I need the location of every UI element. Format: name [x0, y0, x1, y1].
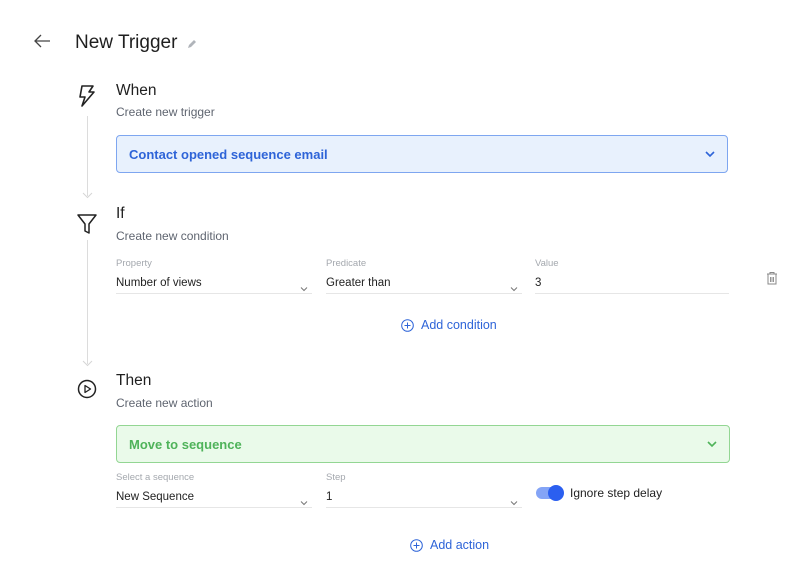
- timeline-arrow-icon: [82, 360, 93, 367]
- field-underline: [116, 293, 312, 294]
- toggle-knob: [548, 485, 564, 501]
- chevron-down-icon: [510, 287, 518, 292]
- timeline-arrow-icon: [82, 192, 93, 199]
- value-label: Value: [535, 258, 559, 269]
- then-title: Then: [116, 372, 152, 389]
- property-select[interactable]: Property Number of views: [116, 258, 312, 295]
- action-select[interactable]: Move to sequence: [116, 425, 730, 463]
- chevron-down-icon: [707, 441, 717, 448]
- play-circle-icon: [77, 379, 97, 399]
- add-action-button[interactable]: Add action: [410, 538, 489, 552]
- if-title: If: [116, 205, 125, 222]
- action-select-value: Move to sequence: [129, 436, 242, 452]
- chevron-down-icon: [510, 501, 518, 506]
- add-action-label: Add action: [430, 538, 490, 552]
- pencil-icon[interactable]: [186, 38, 198, 50]
- ignore-delay-label: Ignore step delay: [570, 486, 663, 500]
- page-title: New Trigger: [75, 32, 178, 53]
- chevron-down-icon: [705, 151, 715, 158]
- when-subtitle: Create new trigger: [116, 105, 215, 119]
- sequence-label: Select a sequence: [116, 472, 195, 483]
- filter-icon: [77, 214, 97, 234]
- chevron-down-icon: [300, 287, 308, 292]
- timeline-line: [87, 116, 88, 196]
- then-subtitle: Create new action: [116, 396, 213, 410]
- step-select[interactable]: Step 1: [326, 472, 522, 509]
- sequence-select[interactable]: Select a sequence New Sequence: [116, 472, 312, 509]
- field-underline: [535, 293, 729, 294]
- lightning-icon: [79, 85, 95, 107]
- step-label: Step: [326, 472, 346, 483]
- add-condition-button[interactable]: Add condition: [401, 318, 497, 332]
- trigger-select-value: Contact opened sequence email: [129, 146, 328, 162]
- value-input[interactable]: Value 3: [535, 258, 729, 295]
- field-underline: [326, 293, 522, 294]
- plus-circle-icon: [401, 318, 414, 332]
- predicate-label: Predicate: [326, 258, 367, 269]
- chevron-down-icon: [300, 501, 308, 506]
- ignore-delay-toggle[interactable]: [536, 485, 564, 501]
- trigger-select[interactable]: Contact opened sequence email: [116, 135, 728, 173]
- timeline-line: [87, 240, 88, 364]
- property-label: Property: [116, 258, 152, 269]
- back-arrow-icon[interactable]: [33, 33, 51, 49]
- field-underline: [116, 507, 312, 508]
- when-title: When: [116, 82, 157, 99]
- trash-icon[interactable]: [766, 271, 778, 285]
- predicate-select[interactable]: Predicate Greater than: [326, 258, 522, 295]
- if-subtitle: Create new condition: [116, 229, 229, 243]
- plus-circle-icon: [410, 538, 423, 552]
- field-underline: [326, 507, 522, 508]
- add-condition-label: Add condition: [421, 318, 497, 332]
